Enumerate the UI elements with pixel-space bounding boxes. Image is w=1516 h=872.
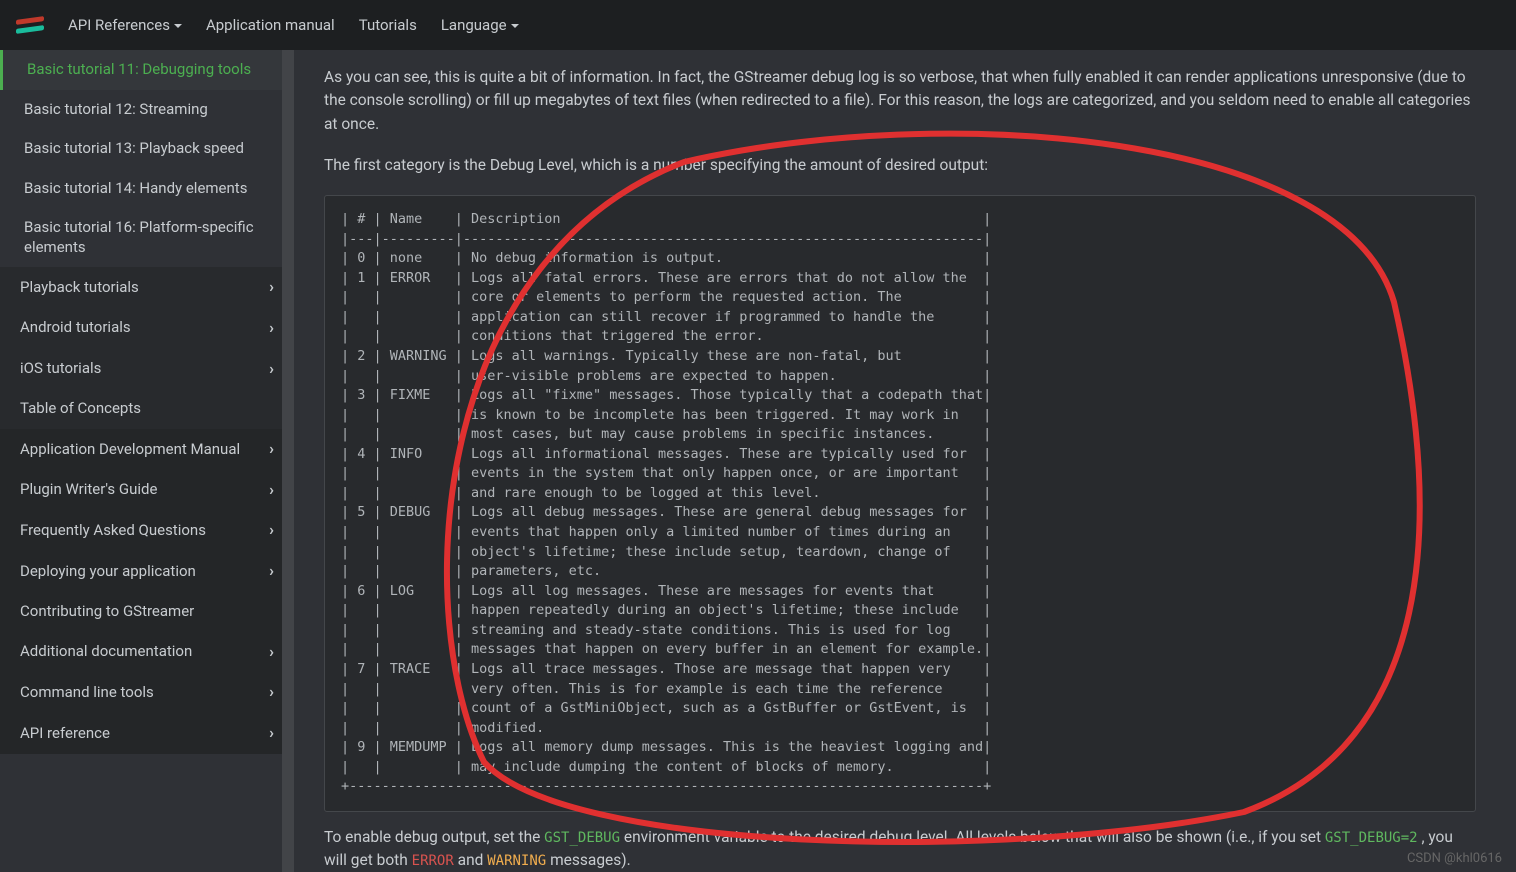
nav-api-references[interactable]: API References bbox=[68, 16, 182, 34]
sidebar-item[interactable]: Basic tutorial 13: Playback speed bbox=[0, 129, 294, 169]
sidebar-item[interactable]: iOS tutorials › bbox=[0, 349, 294, 390]
top-navbar: API References Application manual Tutori… bbox=[0, 0, 1516, 50]
sidebar-item-label: Basic tutorial 16: Platform-specific ele… bbox=[24, 218, 274, 257]
paragraph: To enable debug output, set the GST_DEBU… bbox=[324, 826, 1476, 872]
chevron-right-icon: › bbox=[269, 480, 274, 501]
sidebar-item-label: Contributing to GStreamer bbox=[20, 602, 194, 622]
sidebar-item[interactable]: Additional documentation › bbox=[0, 632, 294, 673]
sidebar-item-label: Basic tutorial 12: Streaming bbox=[24, 100, 208, 120]
code-block-debug-levels: | # | Name | Description | |---|--------… bbox=[324, 195, 1476, 812]
sidebar-item[interactable]: Android tutorials › bbox=[0, 308, 294, 349]
chevron-right-icon: › bbox=[269, 682, 274, 703]
sidebar-item-label: Frequently Asked Questions bbox=[20, 521, 206, 541]
sidebar-item-label: Basic tutorial 11: Debugging tools bbox=[27, 60, 251, 80]
chevron-right-icon: › bbox=[269, 318, 274, 339]
sidebar-item[interactable]: Basic tutorial 12: Streaming bbox=[0, 90, 294, 130]
sidebar-item[interactable]: Application Development Manual › bbox=[0, 429, 294, 470]
inline-code: GST_DEBUG bbox=[544, 830, 620, 846]
sidebar[interactable]: Basic tutorial 11: Debugging tools Basic … bbox=[0, 50, 294, 872]
sidebar-item-label: Application Development Manual bbox=[20, 440, 240, 460]
inline-code: ERROR bbox=[412, 853, 454, 869]
paragraph: As you can see, this is quite a bit of i… bbox=[324, 66, 1476, 136]
scrollbar-thumb[interactable] bbox=[284, 105, 291, 153]
nav-tutorials[interactable]: Tutorials bbox=[359, 16, 417, 34]
inline-code: WARNING bbox=[487, 853, 546, 869]
sidebar-item[interactable]: Contributing to GStreamer bbox=[0, 592, 294, 632]
sidebar-item[interactable]: Plugin Writer's Guide › bbox=[0, 470, 294, 511]
chevron-right-icon: › bbox=[269, 439, 274, 460]
chevron-right-icon: › bbox=[269, 723, 274, 744]
sidebar-item-label: Basic tutorial 13: Playback speed bbox=[24, 139, 244, 159]
sidebar-item-label: Basic tutorial 14: Handy elements bbox=[24, 179, 247, 199]
sidebar-item-label: iOS tutorials bbox=[20, 359, 101, 379]
logo-icon bbox=[16, 16, 44, 34]
sidebar-item[interactable]: Basic tutorial 11: Debugging tools bbox=[0, 50, 294, 90]
sidebar-item[interactable]: Frequently Asked Questions › bbox=[0, 510, 294, 551]
chevron-right-icon: › bbox=[269, 520, 274, 541]
sidebar-item[interactable]: Table of Concepts bbox=[0, 389, 294, 429]
sidebar-item-label: Command line tools bbox=[20, 683, 154, 703]
sidebar-item-label: Deploying your application bbox=[20, 562, 196, 582]
inline-code: GST_DEBUG=2 bbox=[1325, 830, 1418, 846]
sidebar-item[interactable]: Command line tools › bbox=[0, 672, 294, 713]
sidebar-item-label: Table of Concepts bbox=[20, 399, 141, 419]
nav-language[interactable]: Language bbox=[441, 16, 519, 34]
sidebar-item-label: Plugin Writer's Guide bbox=[20, 480, 157, 500]
sidebar-item[interactable]: Deploying your application › bbox=[0, 551, 294, 592]
sidebar-item-label: API reference bbox=[20, 724, 110, 744]
sidebar-item[interactable]: API reference › bbox=[0, 713, 294, 754]
chevron-right-icon: › bbox=[269, 277, 274, 298]
chevron-right-icon: › bbox=[269, 359, 274, 380]
sidebar-item[interactable]: Basic tutorial 16: Platform-specific ele… bbox=[0, 208, 294, 267]
chevron-down-icon bbox=[511, 24, 519, 28]
scrollbar-thumb[interactable] bbox=[287, 430, 294, 488]
watermark: CSDN @khl0616 bbox=[1407, 851, 1502, 866]
main-content: As you can see, this is quite a bit of i… bbox=[294, 50, 1516, 872]
sidebar-item-label: Playback tutorials bbox=[20, 278, 139, 298]
nav-application-manual[interactable]: Application manual bbox=[206, 16, 335, 34]
chevron-right-icon: › bbox=[269, 561, 274, 582]
chevron-right-icon: › bbox=[269, 642, 274, 663]
chevron-down-icon bbox=[174, 24, 182, 28]
sidebar-item-label: Additional documentation bbox=[20, 642, 192, 662]
paragraph: The first category is the Debug Level, w… bbox=[324, 154, 1476, 177]
sidebar-item-label: Android tutorials bbox=[20, 318, 131, 338]
sidebar-item[interactable]: Playback tutorials › bbox=[0, 267, 294, 308]
sidebar-item[interactable]: Basic tutorial 14: Handy elements bbox=[0, 169, 294, 209]
